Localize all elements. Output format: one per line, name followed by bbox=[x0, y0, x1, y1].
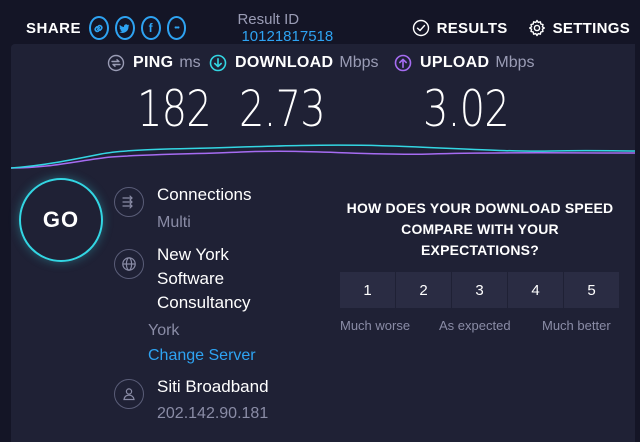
rating-button-1[interactable]: 1 bbox=[340, 272, 396, 308]
globe-icon bbox=[114, 249, 144, 279]
settings-nav[interactable]: SETTINGS bbox=[528, 19, 630, 37]
ping-icon bbox=[107, 54, 125, 72]
server-location: York bbox=[148, 322, 180, 339]
server-name-line3: Consultancy bbox=[157, 293, 251, 312]
connections-label: Connections bbox=[157, 185, 252, 204]
rating-caption-high: Much better bbox=[542, 318, 611, 333]
rating-scale: 1 2 3 4 5 bbox=[340, 272, 619, 308]
connections-icon bbox=[114, 187, 144, 217]
twitter-icon[interactable] bbox=[114, 16, 135, 40]
result-id-wrap: Result ID 10121817518 bbox=[237, 11, 365, 45]
upload-value: 3.02 bbox=[423, 80, 510, 138]
results-label: RESULTS bbox=[436, 19, 508, 37]
isp-name: Siti Broadband bbox=[157, 377, 269, 396]
server-name-line2: Software bbox=[157, 269, 225, 288]
result-id-link[interactable]: 10121817518 bbox=[241, 28, 333, 45]
survey-question-line1: HOW DOES YOUR DOWNLOAD SPEED bbox=[346, 200, 614, 216]
results-panel: PING ms 182 DOWNLOAD Mbps 2.73 UPLOAD Mb… bbox=[11, 44, 635, 442]
ping-label: PING bbox=[133, 54, 174, 71]
go-button[interactable]: GO bbox=[19, 178, 103, 262]
user-icon bbox=[114, 379, 144, 409]
result-id-label: Result ID bbox=[237, 11, 300, 28]
rating-caption-low: Much worse bbox=[340, 318, 411, 333]
upload-label: UPLOAD bbox=[420, 54, 490, 71]
survey-question-line3: EXPECTATIONS? bbox=[421, 242, 539, 258]
rating-button-4[interactable]: 4 bbox=[508, 272, 564, 308]
upload-arrow-icon bbox=[394, 54, 412, 72]
share-label: SHARE bbox=[26, 19, 82, 37]
gear-icon bbox=[528, 19, 545, 37]
connections-mode[interactable]: Multi bbox=[157, 214, 191, 232]
facebook-icon[interactable]: f bbox=[140, 16, 161, 40]
go-label: GO bbox=[42, 207, 80, 232]
upload-unit: Mbps bbox=[495, 54, 535, 71]
download-value: 2.73 bbox=[239, 80, 326, 138]
rating-button-2[interactable]: 2 bbox=[396, 272, 452, 308]
speed-graph bbox=[11, 144, 635, 169]
change-server-link[interactable]: Change Server bbox=[148, 347, 256, 365]
download-arrow-icon bbox=[209, 54, 227, 72]
check-circle-icon bbox=[412, 19, 429, 37]
survey-question-line2: COMPARE WITH YOUR bbox=[401, 221, 559, 237]
results-nav[interactable]: RESULTS bbox=[412, 19, 508, 37]
upload-header: UPLOAD Mbps bbox=[394, 54, 534, 72]
rating-caption-mid: As expected bbox=[439, 318, 511, 333]
survey-question: HOW DOES YOUR DOWNLOAD SPEED COMPARE WIT… bbox=[337, 198, 623, 261]
isp-ip: 202.142.90.181 bbox=[157, 405, 269, 422]
download-label: DOWNLOAD bbox=[235, 54, 334, 71]
server-name-line1: New York bbox=[157, 245, 229, 264]
more-icon[interactable]: ••• bbox=[166, 16, 187, 40]
settings-label: SETTINGS bbox=[552, 19, 631, 37]
rating-button-5[interactable]: 5 bbox=[564, 272, 619, 308]
download-unit: Mbps bbox=[339, 54, 379, 71]
ping-value: 182 bbox=[137, 80, 212, 138]
ping-unit: ms bbox=[179, 54, 201, 71]
ping-header: PING ms bbox=[107, 54, 201, 72]
link-icon[interactable] bbox=[89, 16, 109, 40]
rating-button-3[interactable]: 3 bbox=[452, 272, 508, 308]
download-graph-line bbox=[11, 144, 635, 169]
download-header: DOWNLOAD Mbps bbox=[209, 54, 379, 72]
